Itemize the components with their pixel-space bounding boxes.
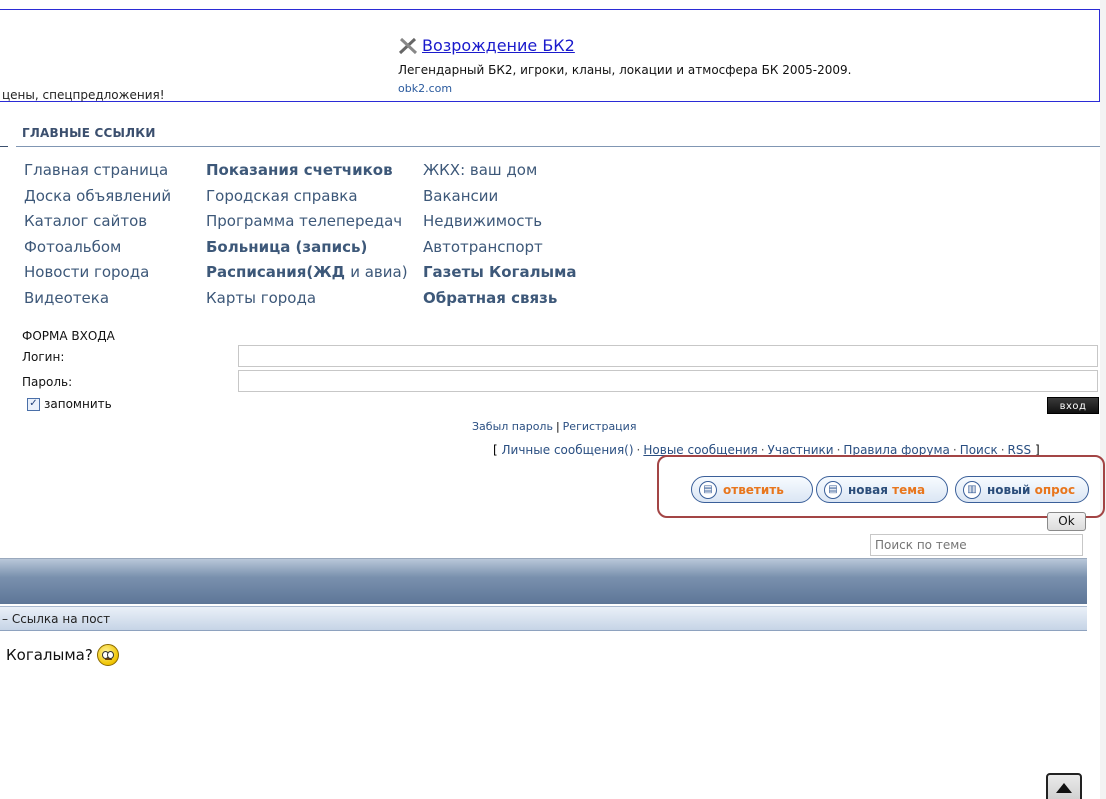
ad-description: Легендарный БК2, игроки, кланы, локации … (398, 63, 852, 77)
nav-link-city-maps[interactable]: Карты города (206, 286, 408, 312)
nav-link-housing[interactable]: ЖКХ: ваш дом (423, 158, 577, 184)
nav-link-photo-album[interactable]: Фотоальбом (24, 235, 171, 261)
arrow-up-icon (1056, 783, 1072, 793)
document-icon: ▤ (824, 480, 842, 499)
forgot-register-line: Забыл пароль | Регистрация (472, 420, 636, 433)
nav-link-schedules[interactable]: Расписания(ЖД и авиа) (206, 260, 408, 286)
nav-link-city-info[interactable]: Городская справка (206, 184, 408, 210)
bar-chart-icon: ▥ (963, 480, 981, 499)
document-icon: ▤ (699, 480, 717, 499)
nav-link-newspapers[interactable]: Газеты Когалыма (423, 260, 577, 286)
reply-button[interactable]: ▤ ответить (691, 476, 813, 503)
login-form-heading: ФОРМА ВХОДА (22, 329, 115, 343)
nav-link-tv-program[interactable]: Программа телепередач (206, 209, 408, 235)
post-link-bar[interactable]: – Ссылка на пост (0, 606, 1087, 631)
scroll-to-top-button[interactable] (1046, 773, 1082, 799)
main-links-heading: ГЛАВНЫЕ ССЫЛКИ (22, 126, 156, 140)
ad-banner (0, 9, 1100, 102)
nav-column-2: Показания счетчиков Городская справка Пр… (206, 158, 408, 312)
divider (16, 146, 1100, 147)
nav-link-vacancies[interactable]: Вакансии (423, 184, 577, 210)
topic-header-bar (0, 558, 1087, 604)
topic-search-input[interactable] (870, 534, 1083, 556)
new-topic-button[interactable]: ▤ новая тема (816, 476, 948, 503)
nav-link-real-estate[interactable]: Недвижимость (423, 209, 577, 235)
worried-smiley-icon (96, 644, 119, 666)
password-label: Пароль: (22, 375, 73, 389)
remember-label: запомнить (44, 397, 112, 411)
ad-url[interactable]: obk2.com (398, 82, 452, 95)
new-poll-label-part1: новый (987, 482, 1031, 497)
new-poll-label-part2: опрос (1034, 482, 1076, 497)
nav-link-feedback[interactable]: Обратная связь (423, 286, 577, 312)
nav-column-1: Главная страница Доска объявлений Катало… (24, 158, 171, 312)
register-link[interactable]: Регистрация (563, 420, 637, 433)
nav-link-hospital[interactable]: Больница (запись) (206, 235, 408, 261)
nav-link-home[interactable]: Главная страница (24, 158, 171, 184)
nav-link-video[interactable]: Видеотека (24, 286, 171, 312)
nav-link-schedules-thin: и авиа) (350, 263, 408, 282)
nav-column-3: ЖКХ: ваш дом Вакансии Недвижимость Автот… (423, 158, 577, 312)
new-topic-label-part1: новая (848, 482, 888, 497)
remember-me[interactable]: ✓ запомнить (27, 397, 112, 411)
nav-link-city-news[interactable]: Новости города (24, 260, 171, 286)
new-poll-button[interactable]: ▥ новый опрос (955, 476, 1089, 503)
login-label: Логин: (22, 350, 65, 364)
forgot-password-link[interactable]: Забыл пароль (472, 420, 553, 433)
post-text: Когалыма? (6, 646, 93, 664)
nav-link-meter-readings[interactable]: Показания счетчиков (206, 158, 408, 184)
crossed-swords-icon (398, 37, 418, 55)
page-scrollbar[interactable] (1100, 0, 1106, 799)
ad-title-link[interactable]: Возрождение БК2 (422, 36, 575, 55)
nav-link-schedules-bold: Расписания(ЖД (206, 263, 345, 282)
nav-link-auto[interactable]: Автотранспорт (423, 235, 577, 261)
login-submit-button[interactable]: вход (1047, 397, 1099, 414)
nav-link-classifieds[interactable]: Доска объявлений (24, 184, 171, 210)
ad-title-wrap[interactable]: Возрождение БК2 (398, 36, 575, 55)
topic-search-ok-button[interactable]: Ok (1047, 512, 1086, 531)
separator: | (555, 420, 560, 433)
login-input[interactable] (238, 345, 1098, 367)
post-body: Когалыма? (6, 644, 119, 666)
divider (0, 146, 8, 147)
reply-label: ответить (723, 482, 784, 497)
post-link-label[interactable]: – Ссылка на пост (2, 612, 110, 626)
dot-separator: · (636, 443, 641, 457)
bracket-open: [ (493, 443, 498, 457)
password-input[interactable] (238, 370, 1098, 392)
new-topic-label-part2: тема (892, 482, 926, 497)
ad-left-text: цены, спецпредложения! (2, 88, 165, 102)
private-messages-link[interactable]: Личные сообщения() (502, 443, 634, 457)
nav-link-site-catalog[interactable]: Каталог сайтов (24, 209, 171, 235)
remember-checkbox[interactable]: ✓ (27, 397, 40, 411)
